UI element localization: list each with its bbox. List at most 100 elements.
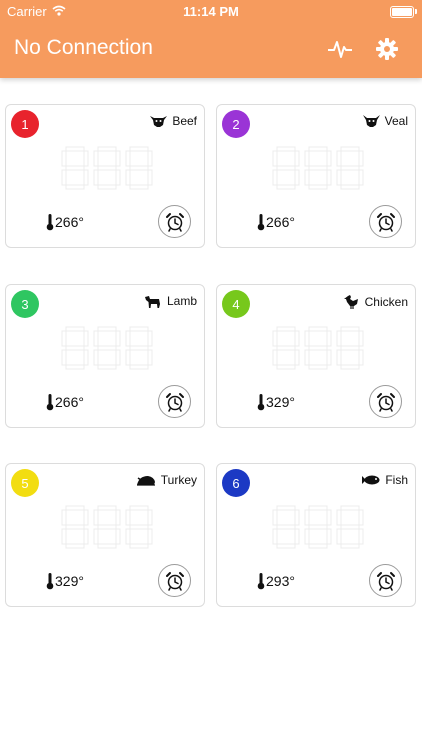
- display-segment: [97, 364, 117, 370]
- display-segment: [147, 528, 153, 545]
- display-segment: [308, 505, 328, 511]
- display-segment: [358, 528, 364, 545]
- alarm-clock-icon: [165, 571, 184, 591]
- pulse-button[interactable]: [326, 35, 354, 63]
- display-segment: [125, 330, 131, 347]
- display-segment: [276, 524, 296, 530]
- alarm-button[interactable]: [369, 205, 402, 238]
- display-segment: [129, 345, 149, 351]
- display-segment: [304, 349, 310, 366]
- display-segment: [61, 330, 67, 347]
- probe-number-badge: 4: [222, 290, 250, 318]
- thermometer-icon: [257, 214, 265, 231]
- display-segment: [61, 528, 67, 545]
- display-segment: [340, 165, 360, 171]
- app-header: Carrier 11:14 PM No Connection: [0, 0, 422, 78]
- display-segment: [308, 543, 328, 549]
- alarm-button[interactable]: [158, 205, 191, 238]
- display-segment: [336, 330, 342, 347]
- probe-card-5[interactable]: 5 Turkey 329°: [5, 463, 205, 607]
- display-segment: [61, 509, 67, 526]
- display-segment: [272, 169, 278, 186]
- display-segment: [97, 184, 117, 190]
- probe-number-badge: 3: [11, 290, 39, 318]
- display-segment: [276, 146, 296, 152]
- display-segment: [61, 349, 67, 366]
- display-segment: [129, 184, 149, 190]
- display-segment: [125, 509, 131, 526]
- settings-button[interactable]: [373, 35, 401, 63]
- display-segment: [294, 509, 300, 526]
- display-segment: [93, 330, 99, 347]
- display-segment: [115, 330, 121, 347]
- alarm-clock-icon: [376, 571, 395, 591]
- display-segment: [276, 345, 296, 351]
- display-segment: [125, 349, 131, 366]
- display-segment: [294, 528, 300, 545]
- thermometer-icon: [257, 394, 265, 411]
- probe-card-3[interactable]: 3 Lamb 266°: [5, 284, 205, 428]
- display-segment: [65, 524, 85, 530]
- meat-label: Veal: [384, 114, 408, 128]
- probe-number-badge: 5: [11, 469, 39, 497]
- display-segment: [125, 169, 131, 186]
- target-temperature: 266°: [55, 214, 84, 230]
- display-segment: [83, 330, 89, 347]
- alarm-button[interactable]: [158, 564, 191, 597]
- alarm-clock-icon: [165, 392, 184, 412]
- battery-icon: [390, 6, 417, 18]
- display-segment: [308, 326, 328, 332]
- display-segment: [340, 364, 360, 370]
- display-segment: [340, 345, 360, 351]
- turkey-icon: [136, 474, 156, 486]
- alarm-button[interactable]: [158, 385, 191, 418]
- alarm-clock-icon: [165, 212, 184, 232]
- display-segment: [129, 505, 149, 511]
- alarm-button[interactable]: [369, 385, 402, 418]
- meat-label: Turkey: [160, 473, 197, 487]
- display-segment: [97, 524, 117, 530]
- display-segment: [336, 169, 342, 186]
- display-segment: [272, 330, 278, 347]
- display-segment: [83, 509, 89, 526]
- probe-card-4[interactable]: 4 Chicken 329°: [216, 284, 416, 428]
- display-segment: [65, 505, 85, 511]
- display-segment: [272, 150, 278, 167]
- status-time: 11:14 PM: [183, 4, 239, 19]
- display-segment: [97, 165, 117, 171]
- display-segment: [65, 364, 85, 370]
- display-segment: [129, 326, 149, 332]
- display-segment: [97, 543, 117, 549]
- display-segment: [115, 509, 121, 526]
- probe-number-badge: 1: [11, 110, 39, 138]
- display-segment: [304, 528, 310, 545]
- display-segment: [326, 169, 332, 186]
- probe-card-6[interactable]: 6 Fish 293°: [216, 463, 416, 607]
- display-segment: [340, 505, 360, 511]
- display-segment: [97, 505, 117, 511]
- display-segment: [147, 169, 153, 186]
- display-segment: [326, 150, 332, 167]
- display-segment: [358, 330, 364, 347]
- display-segment: [61, 150, 67, 167]
- display-segment: [125, 150, 131, 167]
- temperature-display: [272, 146, 364, 190]
- thermometer-icon: [257, 573, 265, 590]
- display-segment: [276, 326, 296, 332]
- display-segment: [304, 150, 310, 167]
- pulse-icon: [328, 41, 352, 58]
- probe-card-2[interactable]: 2 Veal 266°: [216, 104, 416, 248]
- display-segment: [147, 330, 153, 347]
- alarm-button[interactable]: [369, 564, 402, 597]
- display-segment: [294, 169, 300, 186]
- display-segment: [125, 528, 131, 545]
- probe-card-1[interactable]: 1 Beef 266°: [5, 104, 205, 248]
- lamb-icon: [144, 294, 162, 308]
- display-segment: [65, 146, 85, 152]
- display-segment: [65, 326, 85, 332]
- temperature-display: [61, 146, 153, 190]
- display-segment: [308, 364, 328, 370]
- display-segment: [276, 505, 296, 511]
- display-segment: [97, 146, 117, 152]
- display-segment: [340, 184, 360, 190]
